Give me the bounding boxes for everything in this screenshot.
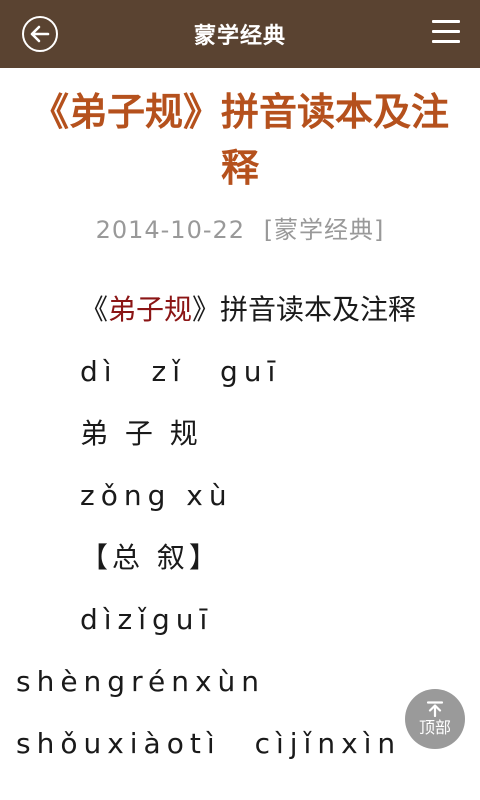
menu-icon-bar xyxy=(432,20,460,23)
app-screen: 蒙学经典 《弟子规》拼音读本及注释 2014-10-22 [蒙学经典] 《弟子规… xyxy=(0,0,480,800)
text-line: 【总 叙】 xyxy=(80,541,221,574)
text-line: dì zǐ guī xyxy=(80,355,282,388)
menu-button[interactable] xyxy=(432,20,460,46)
text-line: shèngrénxùn xyxy=(16,665,266,698)
intro-open: 《 xyxy=(80,293,109,326)
article-date: 2014-10-22 xyxy=(95,216,246,244)
article-title: 《弟子规》拼音读本及注释 xyxy=(30,90,449,190)
article-body: 《弟子规》拼音读本及注释 dì zǐ guī 弟 子 规 zǒng xù 【总 … xyxy=(0,279,480,775)
text-line: shǒuxiàotì cìjǐnxìn xyxy=(16,727,402,760)
intro-rest: 》拼音读本及注释 xyxy=(192,293,417,326)
top-bar: 蒙学经典 xyxy=(0,0,480,68)
article: 《弟子规》拼音读本及注释 2014-10-22 [蒙学经典] 《弟子规》拼音读本… xyxy=(0,68,480,775)
arrow-left-icon xyxy=(30,25,50,43)
article-category[interactable]: [蒙学经典] xyxy=(264,216,385,244)
menu-icon-bar xyxy=(432,40,460,43)
arrow-up-to-top-icon xyxy=(426,701,444,717)
back-to-top-label: 顶部 xyxy=(418,718,451,737)
text-line: dìzǐguī xyxy=(80,603,214,636)
menu-icon-bar xyxy=(432,30,460,33)
text-line: zǒng xù xyxy=(80,479,233,512)
article-meta: 2014-10-22 [蒙学经典] xyxy=(0,210,480,245)
back-button[interactable] xyxy=(22,16,58,52)
back-to-top-button[interactable]: 顶部 xyxy=(405,689,465,749)
text-line: 弟 子 规 xyxy=(80,417,202,450)
intro-paragraph: 《弟子规》拼音读本及注释 xyxy=(16,279,464,341)
intro-book-name: 弟子规 xyxy=(108,293,193,326)
page-title: 蒙学经典 xyxy=(193,24,286,49)
